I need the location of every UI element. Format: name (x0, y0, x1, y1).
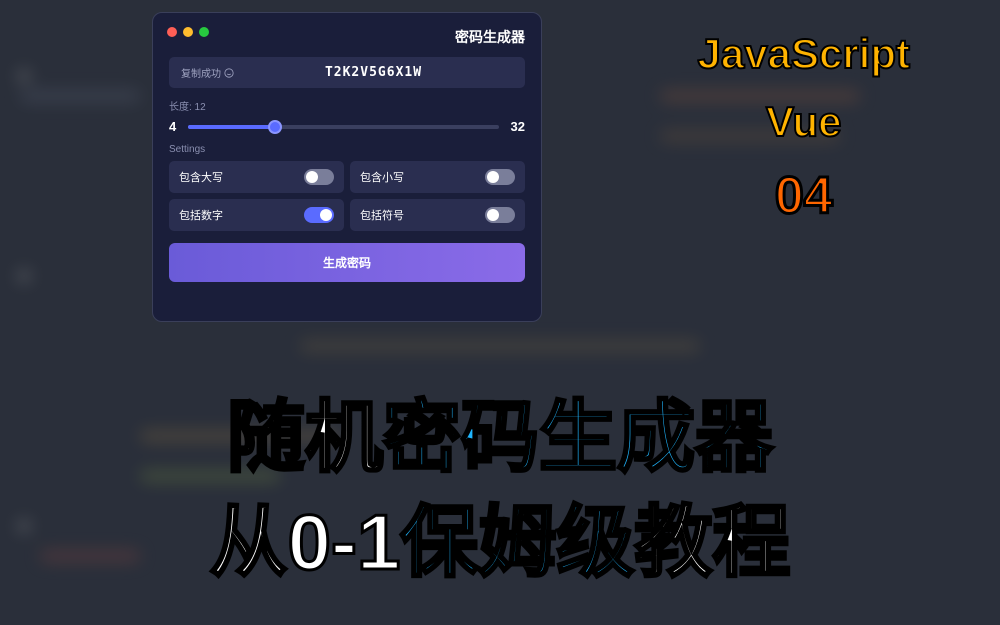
app-title: 密码生成器 (169, 25, 525, 57)
slider-min: 4 (169, 119, 176, 134)
settings-grid: 包含大写 包含小写 包括数字 包括符号 (169, 161, 525, 231)
headline2-part1: 从0-1 (210, 498, 401, 586)
headline-1: 随机密码生成器 (227, 375, 773, 487)
password-display-row: 复制成功 T2K2V5G6X1W (169, 57, 525, 88)
toggle-uppercase[interactable] (304, 169, 334, 185)
generated-password: T2K2V5G6X1W (234, 65, 513, 80)
smile-icon (224, 68, 234, 78)
length-label: 长度: 12 (169, 98, 525, 113)
copy-status-text: 复制成功 (181, 65, 221, 80)
length-slider[interactable] (188, 125, 498, 129)
toggle-lowercase[interactable] (485, 169, 515, 185)
toggle-symbols[interactable] (485, 207, 515, 223)
headline-2: 从0-1保姆级教程 (210, 480, 791, 592)
headline2-part2: 保姆级 (400, 498, 634, 586)
headline1-part2: 密码生成器 (383, 393, 773, 481)
slider-thumb[interactable] (268, 120, 282, 134)
setting-lowercase: 包含小写 (350, 161, 525, 193)
label-vue: Vue (698, 98, 910, 146)
traffic-lights (167, 27, 209, 37)
length-slider-row: 4 32 (169, 119, 525, 134)
password-generator-window: 密码生成器 复制成功 T2K2V5G6X1W 长度: 12 4 32 Setti… (152, 12, 542, 322)
toggle-knob (320, 209, 332, 221)
toggle-knob (487, 209, 499, 221)
headline2-part3: 教程 (634, 498, 790, 586)
toggle-knob (487, 171, 499, 183)
minimize-icon[interactable] (183, 27, 193, 37)
setting-label: 包含大写 (179, 169, 223, 185)
headline1-part1: 随机 (227, 393, 383, 481)
setting-symbols: 包括符号 (350, 199, 525, 231)
maximize-icon[interactable] (199, 27, 209, 37)
label-episode-number: 04 (698, 166, 910, 226)
setting-label: 包含小写 (360, 169, 404, 185)
setting-uppercase: 包含大写 (169, 161, 344, 193)
copy-status: 复制成功 (181, 65, 234, 80)
slider-max: 32 (511, 119, 525, 134)
setting-label: 包括数字 (179, 207, 223, 223)
toggle-knob (306, 171, 318, 183)
label-javascript: JavaScript (698, 30, 910, 78)
setting-numbers: 包括数字 (169, 199, 344, 231)
slider-fill (188, 125, 275, 129)
side-labels: JavaScript Vue 04 (698, 30, 910, 226)
toggle-numbers[interactable] (304, 207, 334, 223)
generate-button[interactable]: 生成密码 (169, 243, 525, 282)
setting-label: 包括符号 (360, 207, 404, 223)
settings-label: Settings (169, 144, 525, 155)
close-icon[interactable] (167, 27, 177, 37)
